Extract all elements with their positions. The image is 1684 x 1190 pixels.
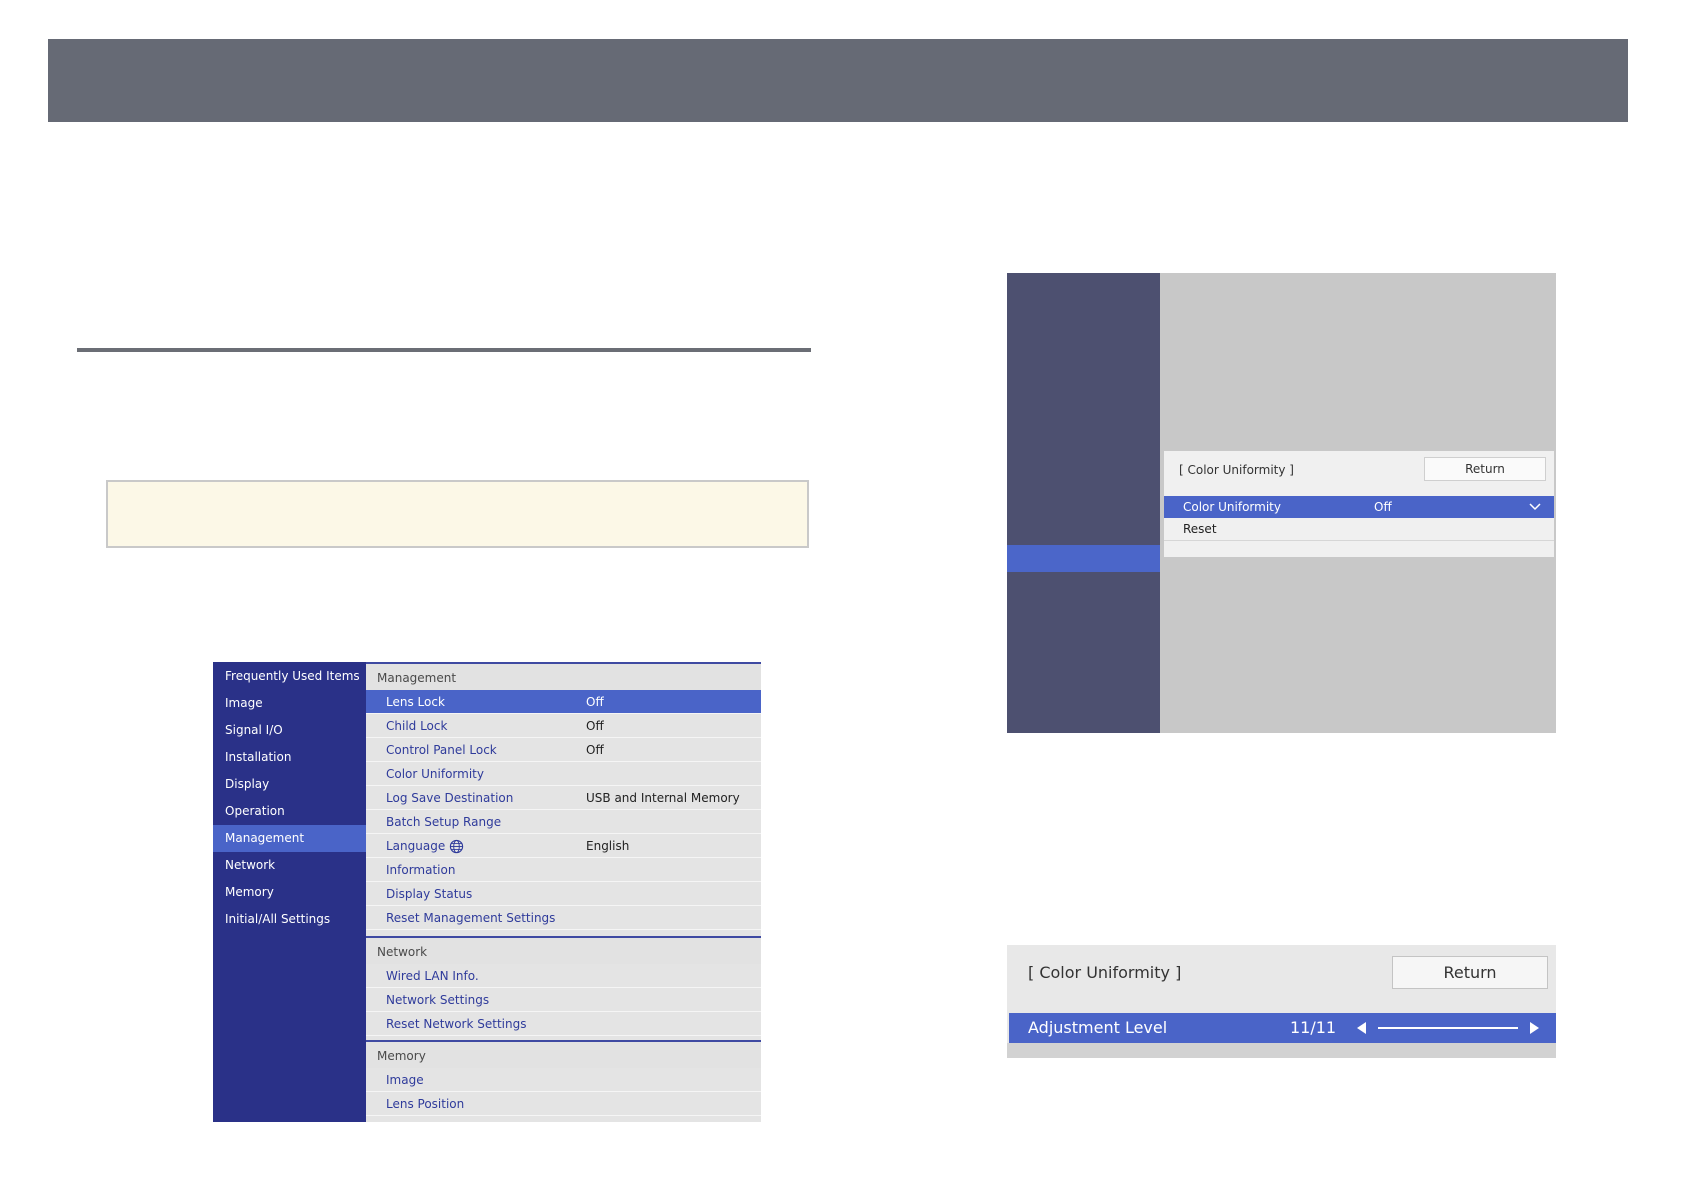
return-button[interactable]: Return — [1424, 457, 1546, 481]
row-value: Off — [1374, 500, 1392, 514]
menu-sidebar — [1007, 273, 1160, 733]
globe-icon — [450, 839, 464, 854]
adjustment-level-dialog: [ Color Uniformity ] Return Adjustment L… — [1007, 945, 1556, 1058]
row-value: Off — [586, 719, 604, 733]
section-divider — [77, 348, 811, 352]
row-label: Color Uniformity — [1183, 500, 1281, 514]
sidebar-item-signal-io[interactable]: Signal I/O — [213, 717, 366, 744]
row-label: Lens Position — [386, 1097, 465, 1111]
sidebar-item-display[interactable]: Display — [213, 771, 366, 798]
menu-sidebar: Frequently Used Items Image Signal I/O I… — [213, 662, 366, 1122]
menu-settings-panel: Management Lens Lock Off Child Lock Off … — [366, 662, 761, 1122]
row-label: Display Status — [386, 887, 473, 901]
menu-row-color-uniformity[interactable]: Color Uniformity — [366, 762, 761, 786]
reset-row[interactable]: Reset — [1164, 518, 1554, 541]
row-label: Image — [386, 1073, 424, 1087]
section-header-memory: Memory — [366, 1040, 761, 1068]
arrow-left-icon — [1357, 1022, 1366, 1034]
dialog-footer — [1007, 1043, 1556, 1058]
menu-row-child-lock[interactable]: Child Lock Off — [366, 714, 761, 738]
menu-row-memory-image[interactable]: Image — [366, 1068, 761, 1092]
row-label: Reset Management Settings — [386, 911, 556, 925]
projector-menu-management: Frequently Used Items Image Signal I/O I… — [213, 662, 761, 1122]
adjustment-slider[interactable] — [1354, 1020, 1544, 1036]
menu-row-log-save-destination[interactable]: Log Save Destination USB and Internal Me… — [366, 786, 761, 810]
menu-row-information[interactable]: Information — [366, 858, 761, 882]
menu-row-lens-position[interactable]: Lens Position — [366, 1092, 761, 1116]
dialog-title: [ Color Uniformity ] — [1028, 963, 1182, 982]
sidebar-item-network[interactable]: Network — [213, 852, 366, 879]
row-label: Reset — [1183, 522, 1217, 536]
menu-row-lens-lock[interactable]: Lens Lock Off — [366, 690, 761, 714]
section-header-management: Management — [366, 662, 761, 690]
language-label: Language — [386, 839, 446, 853]
adjustment-value: 11/11 — [1290, 1018, 1337, 1037]
menu-row-batch-setup-range[interactable]: Batch Setup Range — [366, 810, 761, 834]
row-label: Network Settings — [386, 993, 490, 1007]
sidebar-item-image[interactable]: Image — [213, 690, 366, 717]
row-label: Wired LAN Info. — [386, 969, 479, 983]
menu-row-network-settings[interactable]: Network Settings — [366, 988, 761, 1012]
row-label: Child Lock — [386, 719, 448, 733]
sidebar-item-operation[interactable]: Operation — [213, 798, 366, 825]
dialog-title: [ Color Uniformity ] — [1179, 463, 1294, 477]
color-uniformity-dialog: [ Color Uniformity ] Return Color Unifor… — [1164, 451, 1554, 557]
row-label: Lens Lock — [386, 695, 445, 709]
sidebar-item-initial-all-settings[interactable]: Initial/All Settings — [213, 906, 366, 933]
row-value: English — [586, 839, 630, 853]
row-label: Control Panel Lock — [386, 743, 497, 757]
row-label: Language — [386, 834, 464, 858]
chevron-down-icon — [1529, 503, 1541, 511]
row-label: Color Uniformity — [386, 767, 484, 781]
row-label: Batch Setup Range — [386, 815, 502, 829]
sidebar-item-frequently-used-items[interactable]: Frequently Used Items — [213, 663, 366, 690]
row-value: USB and Internal Memory — [586, 791, 740, 805]
menu-row-wired-lan-info[interactable]: Wired LAN Info. — [366, 964, 761, 988]
menu-row-language[interactable]: Language English — [366, 834, 761, 858]
menu-row-control-panel-lock[interactable]: Control Panel Lock Off — [366, 738, 761, 762]
row-value: Off — [586, 743, 604, 757]
page-header-bar — [48, 39, 1628, 122]
menu-row-reset-network-settings[interactable]: Reset Network Settings — [366, 1012, 761, 1036]
arrow-right-icon — [1530, 1022, 1539, 1034]
section-header-network: Network — [366, 936, 761, 964]
sidebar-item-management[interactable]: Management — [213, 825, 366, 852]
menu-row-display-status[interactable]: Display Status — [366, 882, 761, 906]
sidebar-item-installation[interactable]: Installation — [213, 744, 366, 771]
adjustment-label: Adjustment Level — [1028, 1018, 1168, 1037]
projector-menu-color-uniformity: [ Color Uniformity ] Return Color Unifor… — [1007, 273, 1556, 733]
sidebar-selected-item[interactable] — [1007, 545, 1160, 572]
color-uniformity-select[interactable]: Color Uniformity Off — [1164, 496, 1554, 518]
row-value: Off — [586, 695, 604, 709]
menu-row-reset-management-settings[interactable]: Reset Management Settings — [366, 906, 761, 930]
row-label: Reset Network Settings — [386, 1017, 527, 1031]
adjustment-level-row[interactable]: Adjustment Level 11/11 — [1009, 1013, 1556, 1043]
row-label: Log Save Destination — [386, 791, 514, 805]
row-label: Information — [386, 863, 456, 877]
note-box — [106, 480, 809, 548]
return-button[interactable]: Return — [1392, 956, 1548, 989]
sidebar-item-memory[interactable]: Memory — [213, 879, 366, 906]
